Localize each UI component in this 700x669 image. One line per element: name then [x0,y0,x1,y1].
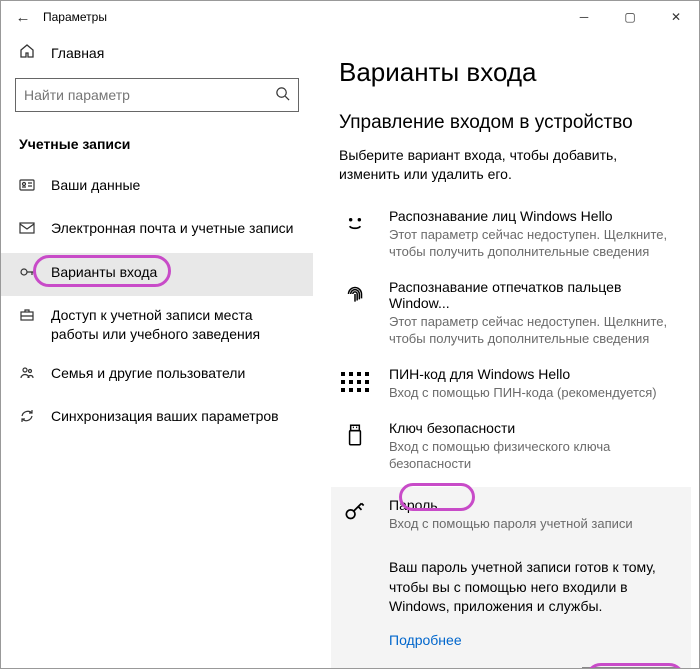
home-nav[interactable]: Главная [1,33,313,74]
option-security-key[interactable]: Ключ безопасности Вход с помощью физичес… [339,412,679,483]
section-heading: Управление входом в устройство [339,112,679,134]
option-title: Ключ безопасности [389,420,679,436]
sidebar-item-work-access[interactable]: Доступ к учетной записи места работы или… [1,296,313,354]
option-desc: Вход с помощью ПИН-кода (рекомендуется) [389,384,657,402]
sidebar-item-email[interactable]: Электронная почта и учетные записи [1,209,313,252]
pin-icon [339,366,371,402]
option-title: Распознавание лиц Windows Hello [389,208,679,224]
option-password[interactable]: Пароль Вход с помощью пароля учетной зап… [331,487,691,668]
option-desc: Вход с помощью физического ключа безопас… [389,438,679,473]
password-body: Ваш пароль учетной записи готов к тому, … [389,558,679,617]
people-icon [19,364,37,387]
option-desc: Вход с помощью пароля учетной записи [389,515,633,533]
sidebar-item-family[interactable]: Семья и другие пользователи [1,354,313,397]
maximize-button[interactable]: ▢ [607,1,653,33]
page-title: Варианты входа [339,57,679,88]
sidebar-item-signin-options[interactable]: Варианты входа [1,253,313,296]
key-icon [19,263,37,286]
sidebar-item-label: Семья и другие пользователи [51,364,245,383]
search-icon [275,86,290,105]
option-face[interactable]: Распознавание лиц Windows Hello Этот пар… [339,200,679,271]
sidebar-item-label: Синхронизация ваших параметров [51,407,279,426]
learn-more-link[interactable]: Подробнее [389,631,462,651]
face-icon [339,208,371,261]
usb-key-icon [339,420,371,473]
search-box[interactable] [15,78,299,112]
change-button[interactable]: Изменить [582,667,679,668]
option-title: ПИН-код для Windows Hello [389,366,657,382]
option-pin[interactable]: ПИН-код для Windows Hello Вход с помощью… [339,358,679,412]
window-controls: ─ ▢ ✕ [561,1,699,33]
sidebar-item-label: Электронная почта и учетные записи [51,219,293,238]
window-title: Параметры [37,10,561,24]
option-fingerprint[interactable]: Распознавание отпечатков пальцев Window.… [339,271,679,358]
search-input[interactable] [24,87,275,103]
option-title: Распознавание отпечатков пальцев Window.… [389,279,679,311]
home-icon [19,43,37,62]
back-button[interactable]: ← [9,9,37,26]
sidebar: Главная Учетные записи Ваши данные Эле [1,33,313,668]
main-panel: Варианты входа Управление входом в устро… [313,33,699,668]
section-title: Учетные записи [1,130,313,166]
sidebar-item-label: Варианты входа [51,263,157,282]
option-title: Пароль [389,497,633,513]
mail-icon [19,219,37,242]
section-intro: Выберите вариант входа, чтобы добавить, … [339,146,679,184]
sidebar-item-label: Ваши данные [51,176,140,195]
close-button[interactable]: ✕ [653,1,699,33]
password-key-icon [339,497,371,533]
briefcase-icon [19,306,37,329]
minimize-button[interactable]: ─ [561,1,607,33]
sidebar-item-your-info[interactable]: Ваши данные [1,166,313,209]
sidebar-item-sync[interactable]: Синхронизация ваших параметров [1,397,313,440]
sidebar-item-label: Доступ к учетной записи места работы или… [51,306,295,344]
fingerprint-icon [339,279,371,348]
badge-icon [19,176,37,199]
option-desc: Этот параметр сейчас недоступен. Щелкнит… [389,226,679,261]
sync-icon [19,407,37,430]
titlebar: ← Параметры ─ ▢ ✕ [1,1,699,33]
option-desc: Этот параметр сейчас недоступен. Щелкнит… [389,313,679,348]
home-label: Главная [51,45,104,61]
